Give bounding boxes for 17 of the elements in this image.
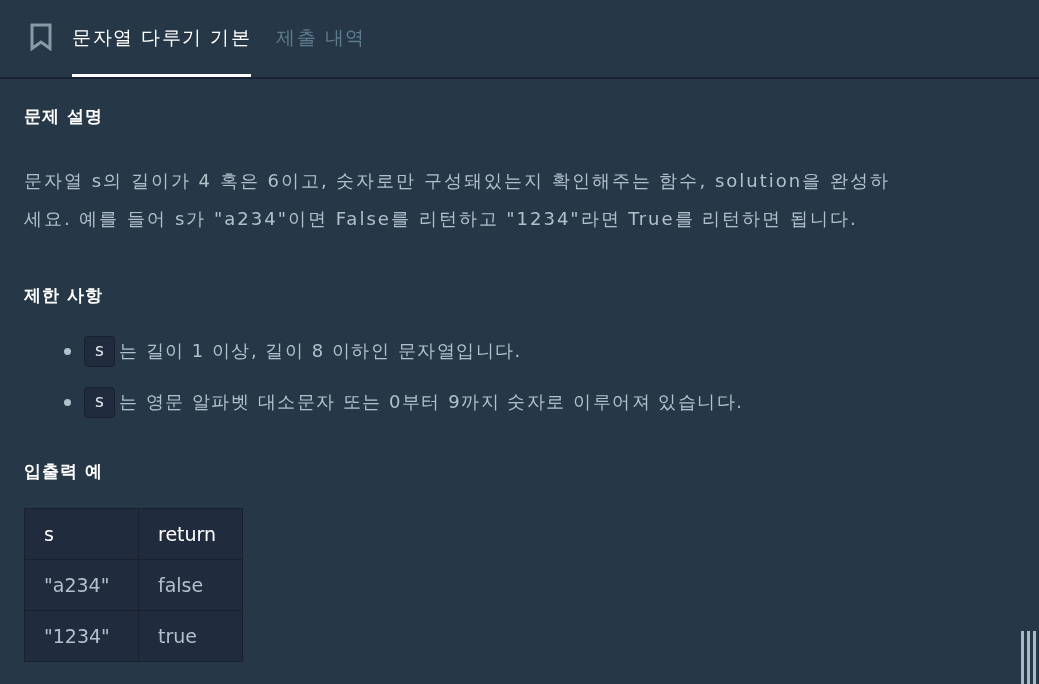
tab[interactable]: 문자열 다루기 기본 [72, 0, 252, 77]
table-cell: false [138, 559, 243, 611]
inline-code: s [84, 335, 115, 367]
table-header-cell: return [138, 508, 243, 560]
table-cell: "1234" [24, 610, 139, 662]
section-heading: 제한 사항 [24, 284, 104, 307]
bookmark-icon[interactable] [30, 23, 52, 51]
section-heading: 문제 설명 [24, 105, 104, 128]
constraint-text: 는 영문 알파벳 대소문자 또는 0부터 9까지 숫자로 이루어져 있습니다. [118, 390, 744, 414]
table-cell: true [138, 610, 243, 662]
description-paragraph: 문자열 s의 길이가 4 혹은 6이고, 숫자로만 구성돼있는지 확인해주는 함수, solution을 완성하세요. 예를 들어 s가 "a234"이면 False를 리턴하고 "1234"라면 True를 리턴하면 됩니다. [24, 169, 891, 231]
inline-code: s [84, 386, 115, 418]
table-header-cell: s [24, 508, 139, 560]
resize-handle-icon[interactable] [1021, 631, 1036, 684]
section-heading: 입출력 예 [24, 460, 104, 483]
table-cell: "a234" [24, 559, 139, 611]
constraint-text: 는 길이 1 이상, 길이 8 이하인 문자열입니다. [118, 339, 522, 363]
